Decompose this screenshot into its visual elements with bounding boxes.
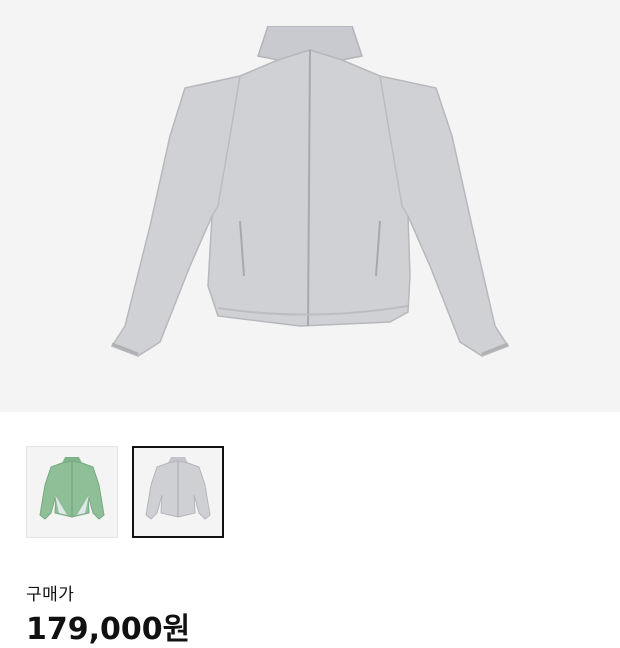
- jacket-grey-thumbnail-icon: [145, 457, 211, 520]
- purchase-price-label: 구매가: [26, 585, 75, 605]
- purchase-price-value: 179,000원: [26, 612, 191, 647]
- jacket-grey-image: [110, 26, 510, 357]
- thumbnail-green-jacket[interactable]: [26, 446, 118, 538]
- product-main-image: [0, 0, 620, 412]
- thumbnail-list: [26, 446, 224, 538]
- thumbnail-grey-jacket[interactable]: [132, 446, 224, 538]
- jacket-green-thumbnail-icon: [39, 457, 105, 520]
